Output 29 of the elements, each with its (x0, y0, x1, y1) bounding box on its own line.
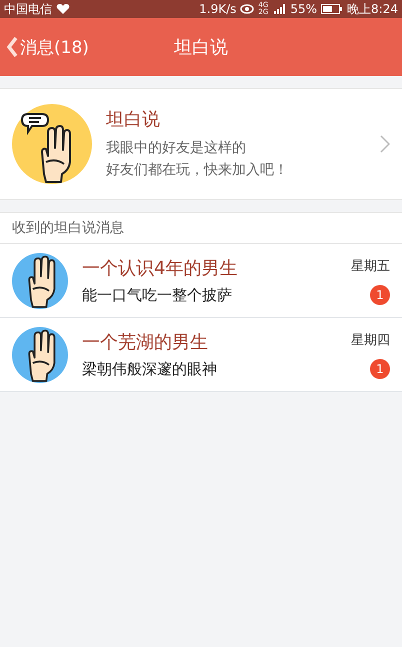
network-speed: 1.9K/s (199, 2, 236, 16)
battery-percent: 55% (290, 2, 318, 16)
message-day: 星期五 (351, 256, 390, 274)
message-day: 星期四 (351, 330, 390, 348)
message-row[interactable]: 一个认识4年的男生 能一口气吃一整个披萨 星期五 1 (0, 244, 402, 318)
promo-text: 好友们都在玩，快来加入吧！ (106, 161, 289, 180)
promo-card[interactable]: 坦白说 我眼中的好友是这样的 好友们都在玩，快来加入吧！ (0, 88, 402, 200)
carrier-name: 中国电信 (4, 0, 52, 18)
unread-badge: 1 (370, 358, 390, 378)
hand-speech-icon (12, 104, 92, 184)
chevron-right-icon (380, 135, 390, 153)
message-title: 一个芜湖的男生 (82, 331, 209, 354)
message-preview: 梁朝伟般深邃的眼神 (82, 360, 218, 379)
eye-icon (240, 4, 254, 14)
promo-title: 坦白说 (106, 108, 161, 131)
signal-icon (274, 4, 286, 14)
heart-icon (56, 3, 70, 15)
back-icon (6, 36, 18, 58)
hand-avatar-icon (12, 326, 68, 382)
message-preview: 能一口气吃一整个披萨 (82, 286, 233, 305)
clock-time: 晚上8:24 (347, 0, 398, 18)
section-title: 收到的坦白说消息 (12, 219, 124, 237)
unread-badge: 1 (370, 284, 390, 304)
message-row[interactable]: 一个芜湖的男生 梁朝伟般深邃的眼神 星期四 1 (0, 318, 402, 392)
message-title: 一个认识4年的男生 (82, 257, 238, 280)
battery-icon (321, 4, 344, 14)
promo-text: 我眼中的好友是这样的 (106, 139, 247, 158)
page-title: 坦白说 (174, 37, 228, 58)
hand-avatar-icon (12, 252, 68, 308)
